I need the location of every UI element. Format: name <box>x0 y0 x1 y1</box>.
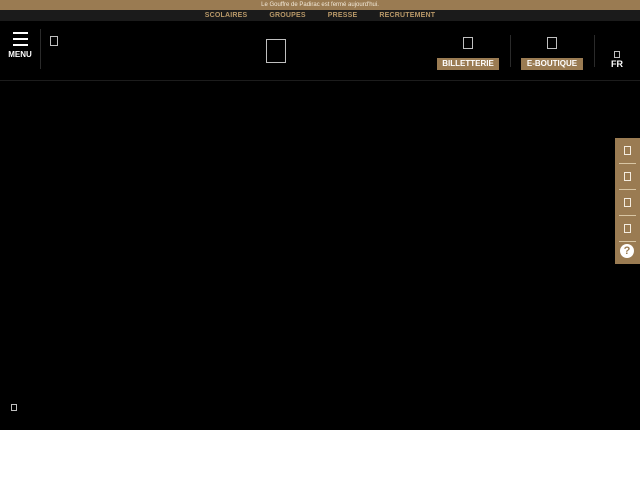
subnav-link-groupes[interactable]: GROUPES <box>269 12 305 19</box>
sidebar-divider <box>619 241 636 242</box>
sidebar-item-map[interactable] <box>615 190 640 215</box>
ticket-icon <box>463 37 473 49</box>
billetterie-button[interactable]: BILLETTERIE <box>437 58 499 70</box>
header-divider <box>510 35 511 67</box>
search-icon[interactable] <box>50 36 58 46</box>
menu-button[interactable]: MENU <box>6 31 34 61</box>
site-logo[interactable] <box>266 39 286 63</box>
calendar-icon <box>624 172 631 181</box>
hero-video <box>0 81 640 430</box>
main-header: MENU BILLETTERIE E-BOUTIQUE <box>0 21 640 81</box>
eboutique-button[interactable]: E-BOUTIQUE <box>521 58 583 70</box>
page-below-fold <box>0 430 640 480</box>
shop-icon <box>547 37 557 49</box>
subnav-link-presse[interactable]: PRESSE <box>328 12 358 19</box>
help-icon[interactable]: ? <box>620 244 634 258</box>
quick-access-sidebar: ? <box>615 138 640 264</box>
map-icon <box>624 198 631 207</box>
sidebar-item-calendar[interactable] <box>615 164 640 189</box>
globe-icon <box>614 51 620 58</box>
header-divider <box>40 29 41 69</box>
subnav-link-scolaires[interactable]: SCOLAIRES <box>205 12 248 19</box>
video-control-icon[interactable] <box>11 404 17 411</box>
menu-label: MENU <box>8 50 32 59</box>
sidebar-item-contact[interactable] <box>615 216 640 241</box>
secondary-nav: SCOLAIRES GROUPES PRESSE RECRUTEMENT <box>0 10 640 21</box>
subnav-link-recrutement[interactable]: RECRUTEMENT <box>379 12 435 19</box>
info-icon <box>624 146 631 155</box>
language-selector[interactable]: FR <box>611 59 623 69</box>
announcement-text: Le Gouffre de Padirac est fermé aujourd'… <box>261 2 379 8</box>
contact-icon <box>624 224 631 233</box>
announcement-bar: Le Gouffre de Padirac est fermé aujourd'… <box>0 0 640 10</box>
hamburger-icon <box>6 31 34 46</box>
header-divider <box>594 35 595 67</box>
sidebar-item-info[interactable] <box>615 138 640 163</box>
